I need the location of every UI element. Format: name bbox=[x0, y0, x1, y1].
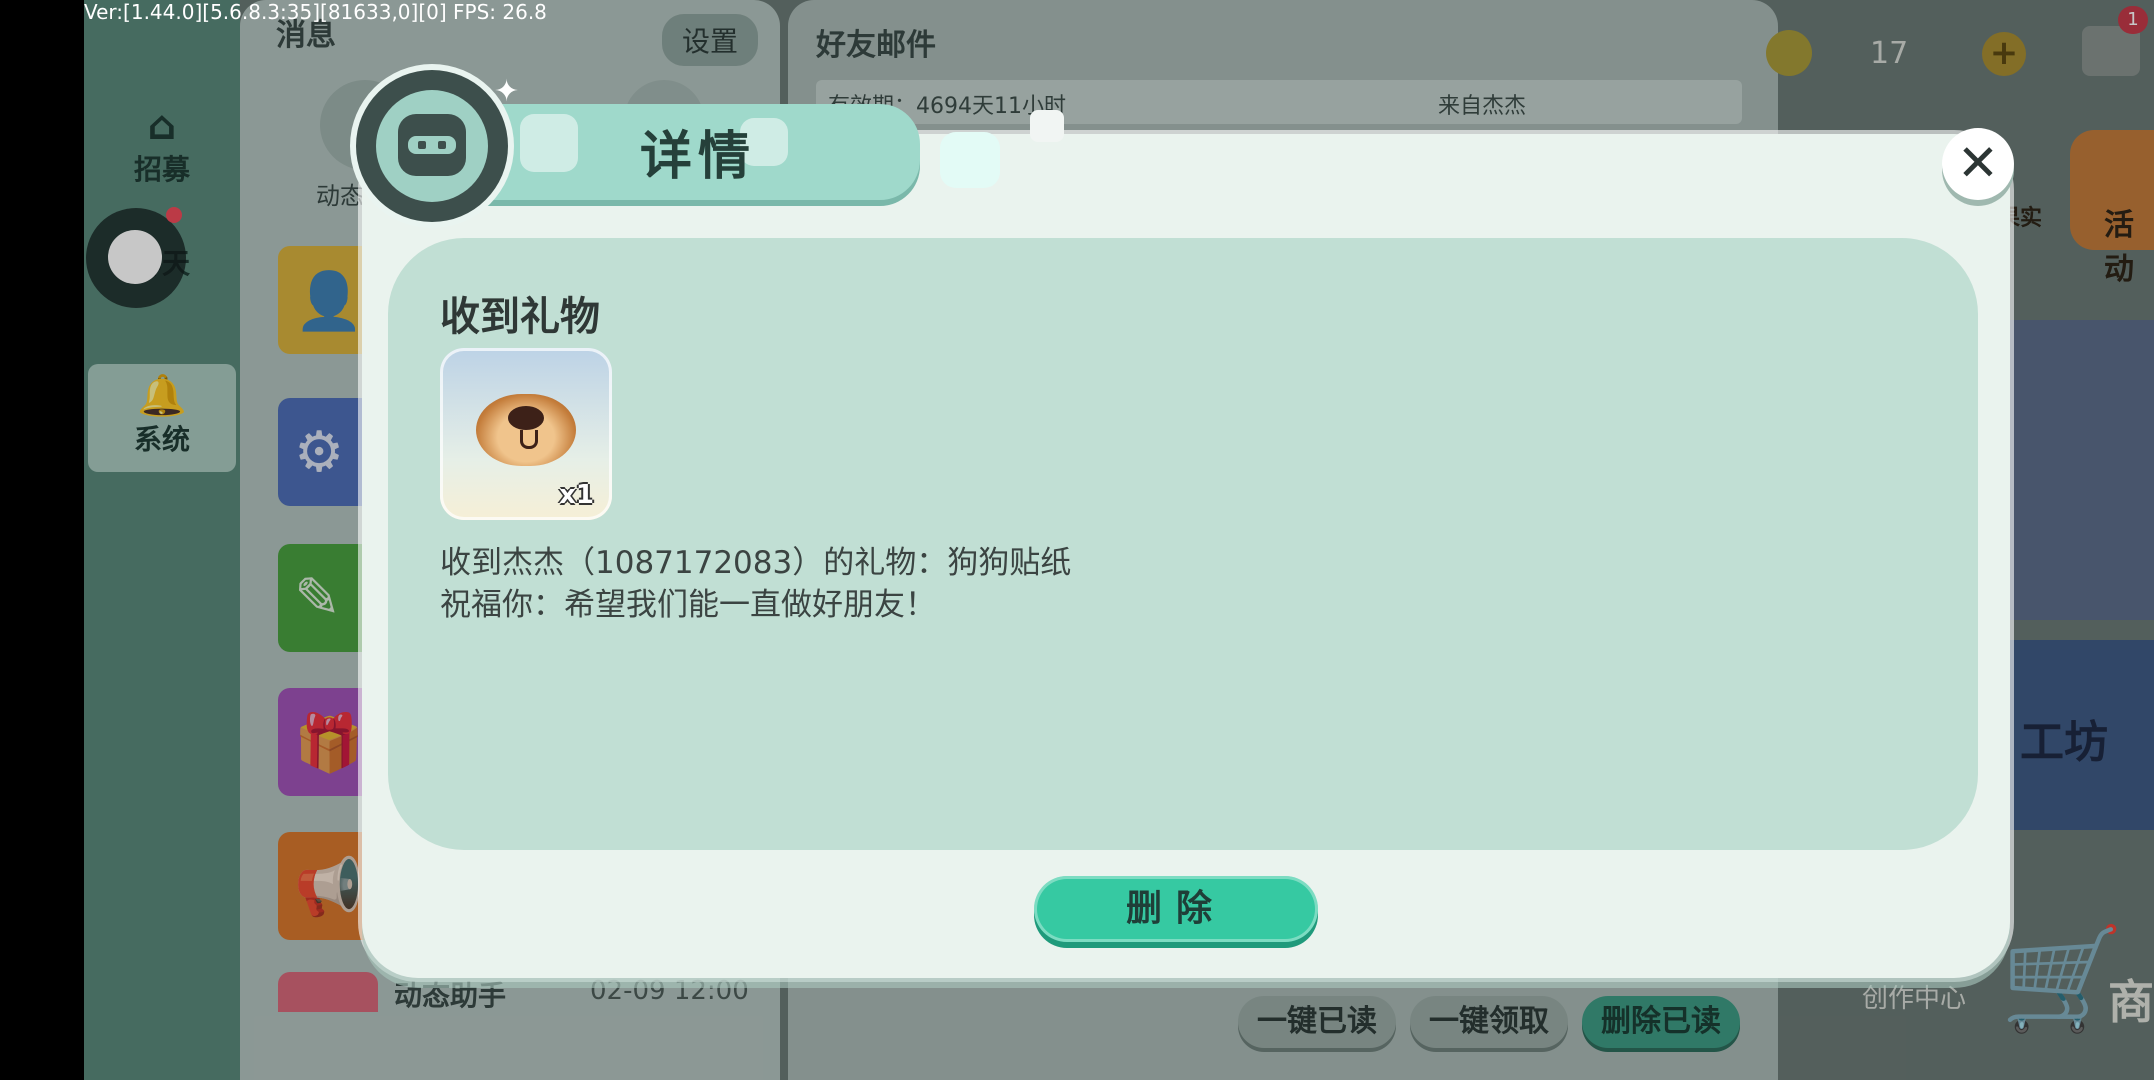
close-icon[interactable]: ✕ bbox=[1942, 128, 2014, 200]
decor-square-small bbox=[1030, 110, 1064, 142]
dialog-badge-avatar bbox=[356, 70, 508, 222]
gift-message-line1: 收到杰杰（1087172083）的礼物：狗狗贴纸 bbox=[440, 545, 1072, 581]
gift-message: 收到杰杰（1087172083）的礼物：狗狗贴纸 祝福你：希望我们能一直做好朋友… bbox=[440, 542, 1071, 626]
gift-quantity: x1 bbox=[559, 480, 594, 510]
delete-button[interactable]: 删除 bbox=[1034, 876, 1318, 942]
debug-overlay: Ver:[1.44.0][5.6.8.3:35][81633,0][0] FPS… bbox=[84, 0, 547, 24]
decor-square bbox=[940, 132, 1000, 188]
dialog-content: 收到礼物 x1 收到杰杰（1087172083）的礼物：狗狗贴纸 祝福你：希望我… bbox=[388, 238, 1978, 850]
received-gift-title: 收到礼物 bbox=[440, 294, 600, 340]
sparkle-icon: ✦ bbox=[494, 74, 520, 109]
gift-message-line2: 祝福你：希望我们能一直做好朋友！ bbox=[440, 587, 936, 623]
gift-item-slot[interactable]: x1 bbox=[440, 348, 612, 520]
dog-sticker-icon bbox=[476, 394, 576, 466]
dialog-title: 详情 bbox=[640, 127, 757, 187]
details-dialog: 收到礼物 x1 收到杰杰（1087172083）的礼物：狗狗贴纸 祝福你：希望我… bbox=[362, 128, 2014, 978]
